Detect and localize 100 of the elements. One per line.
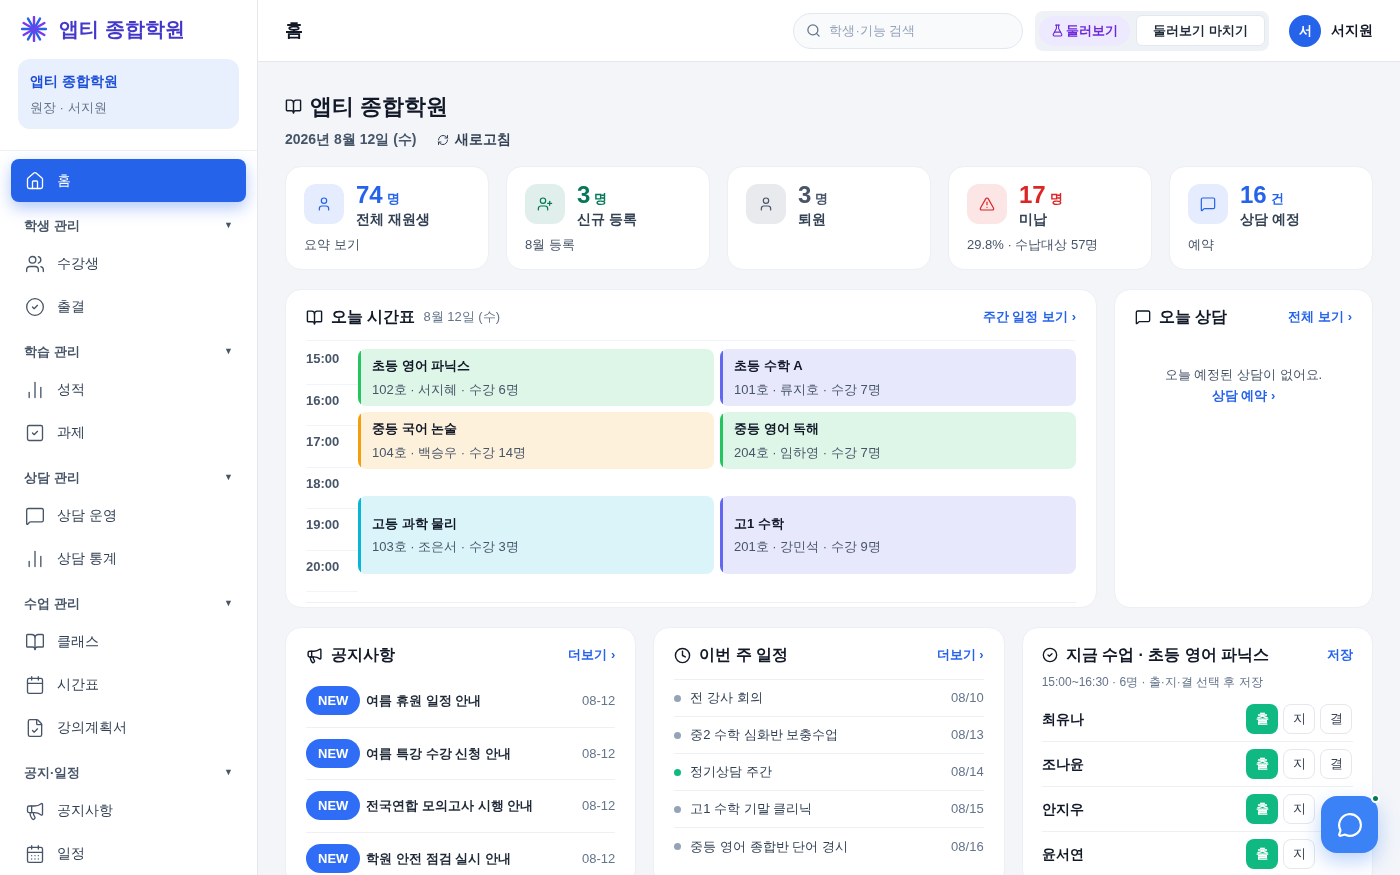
book-icon xyxy=(25,631,45,652)
class-block[interactable]: 고등 과학 물리 103호 · 조은서 · 수강 3명 xyxy=(358,496,714,574)
nav-item[interactable]: 상담 운영 xyxy=(11,494,246,537)
refresh-button[interactable]: 새로고침 xyxy=(436,129,511,150)
timetable-date: 8월 12일 (수) xyxy=(423,308,501,327)
nav-item[interactable]: 강의계획서 xyxy=(11,706,246,749)
class-block[interactable]: 초등 수학 A 101호 · 류지호 · 수강 7명 xyxy=(720,349,1076,406)
nav-item[interactable]: 성적 xyxy=(11,368,246,411)
nav-item[interactable]: 과제 xyxy=(11,411,246,454)
card-title: 이번 주 일정 xyxy=(699,645,789,665)
nav-item[interactable]: 상담 통계 xyxy=(11,537,246,580)
more-link[interactable]: 더보기 › xyxy=(936,645,984,665)
hour-label: 20:00 xyxy=(306,557,340,576)
document-check-icon xyxy=(25,717,45,738)
attendance-option[interactable]: 결 xyxy=(1320,749,1352,779)
hour-label: 18:00 xyxy=(306,474,340,493)
attendance-option[interactable]: 지 xyxy=(1283,794,1315,824)
notice-title[interactable]: 여름 특강 수강 신청 안내 xyxy=(366,743,511,763)
attendance-option[interactable]: 결 xyxy=(1320,704,1352,734)
event-title: 중등 영어 종합반 단어 경시 xyxy=(690,837,848,856)
stat-label: 신규 등록 xyxy=(577,210,637,229)
event-date: 08/16 xyxy=(951,837,984,856)
check-circle-icon xyxy=(25,296,45,317)
megaphone-icon xyxy=(25,800,45,821)
stat-note: 8월 등록 xyxy=(525,236,576,254)
caret-icon[interactable]: ▼ xyxy=(224,471,233,485)
chat-button[interactable] xyxy=(1321,796,1378,853)
check-circle-icon xyxy=(1041,647,1058,663)
stat-label: 퇴원 xyxy=(798,210,827,229)
preview-badge[interactable]: 둘러보기 xyxy=(1039,15,1131,46)
nav-item[interactable]: 공지사항 xyxy=(11,789,246,832)
notice-title[interactable]: 여름 휴원 일정 안내 xyxy=(366,691,482,711)
class-detail: 102호 · 서지혜 · 수강 6명 xyxy=(372,380,519,399)
org-name: 앱티 종합학원 xyxy=(30,71,119,91)
attendance-option[interactable]: 지 xyxy=(1283,704,1315,734)
weekly-schedule-link[interactable]: 주간 일정 보기 › xyxy=(982,307,1076,327)
card-title: 오늘 상담 xyxy=(1159,307,1228,327)
caret-icon[interactable]: ▼ xyxy=(224,597,233,611)
nav-item[interactable]: 일정 xyxy=(11,832,246,875)
nav-item[interactable]: 수강생 xyxy=(11,242,246,285)
nav-item[interactable]: 클래스 xyxy=(11,620,246,663)
nav-item[interactable]: 홈 xyxy=(11,159,246,202)
section-title: 상담 관리 xyxy=(24,469,80,488)
class-block[interactable]: 중등 영어 독해 204호 · 임하영 · 수강 7명 xyxy=(720,412,1076,469)
stat-value: 3 xyxy=(577,181,591,209)
class-detail: 204호 · 임하영 · 수강 7명 xyxy=(734,443,881,462)
stat-note: 요약 보기 xyxy=(304,236,361,254)
book-icon xyxy=(306,308,323,326)
flask-icon xyxy=(1051,24,1065,37)
caret-icon[interactable]: ▼ xyxy=(224,219,233,233)
notice-title[interactable]: 학원 안전 점검 실시 안내 xyxy=(366,849,511,869)
view-all-link[interactable]: 전체 보기 › xyxy=(1288,307,1352,327)
notice-title[interactable]: 전국연합 모의고사 시행 안내 xyxy=(366,796,534,816)
section-title: 학습 관리 xyxy=(24,343,80,362)
save-button[interactable]: 저장 xyxy=(1327,645,1353,665)
hour-label: 19:00 xyxy=(306,516,340,534)
book-consultation-link[interactable]: 상담 예약 › xyxy=(1211,388,1276,403)
brand-name: 앱티 종합학원 xyxy=(59,17,185,43)
student-name: 조나윤 xyxy=(1041,754,1084,774)
class-detail: 104호 · 백승우 · 수강 14명 xyxy=(372,443,526,462)
book-icon xyxy=(285,98,302,115)
caret-icon[interactable]: ▼ xyxy=(224,345,233,359)
section-title: 수업 관리 xyxy=(24,595,80,614)
student-name: 윤서연 xyxy=(1041,844,1084,864)
nav-item[interactable]: 출결 xyxy=(11,285,246,328)
class-block[interactable]: 중등 국어 논술 104호 · 백승우 · 수강 14명 xyxy=(358,412,714,469)
notice-date: 08-12 xyxy=(582,692,616,710)
search-field[interactable]: 학생·기능 검색 xyxy=(793,12,1024,49)
class-block[interactable]: 고1 수학 201호 · 강민석 · 수강 9명 xyxy=(720,496,1076,574)
stat-label: 전체 재원생 xyxy=(356,210,430,229)
event-title: 정기상담 주간 xyxy=(690,763,772,782)
class-detail: 201호 · 강민석 · 수강 9명 xyxy=(734,538,881,556)
nav-item[interactable]: 시간표 xyxy=(11,663,246,706)
class-name: 초등 수학 A xyxy=(734,357,804,375)
notice-date: 08-12 xyxy=(582,797,616,815)
stat-label: 상담 예정 xyxy=(1240,210,1300,229)
attendance-option[interactable]: 지 xyxy=(1283,839,1315,869)
avatar[interactable]: 서 xyxy=(1289,14,1321,47)
end-preview-button[interactable]: 둘러보기 마치기 xyxy=(1136,15,1265,46)
checkbox-icon xyxy=(25,422,45,443)
stat-value: 17 xyxy=(1019,181,1046,209)
stat-unit: 명 xyxy=(1049,190,1063,208)
section-title: 공지·일정 xyxy=(24,764,81,783)
user-name: 서지원 xyxy=(1331,21,1373,40)
stat-unit: 명 xyxy=(594,190,608,208)
logo-icon xyxy=(21,16,47,43)
attendance-option[interactable]: 지 xyxy=(1283,749,1315,779)
student-name: 최유나 xyxy=(1041,709,1084,729)
megaphone-icon xyxy=(306,646,323,664)
calendar-icon xyxy=(25,843,45,864)
stat-value: 16 xyxy=(1240,181,1267,209)
class-detail: 101호 · 류지호 · 수강 7명 xyxy=(734,380,881,399)
more-link[interactable]: 더보기 › xyxy=(568,645,616,665)
class-block[interactable]: 초등 영어 파닉스 102호 · 서지혜 · 수강 6명 xyxy=(358,349,714,406)
chat-icon xyxy=(1336,811,1363,838)
caret-icon[interactable]: ▼ xyxy=(224,766,233,780)
stat-note: 29.8% · 수납대상 57명 xyxy=(967,236,1100,254)
event-date: 08/13 xyxy=(951,726,984,745)
new-badge: NEW xyxy=(306,738,361,768)
chat-icon xyxy=(1135,309,1151,325)
